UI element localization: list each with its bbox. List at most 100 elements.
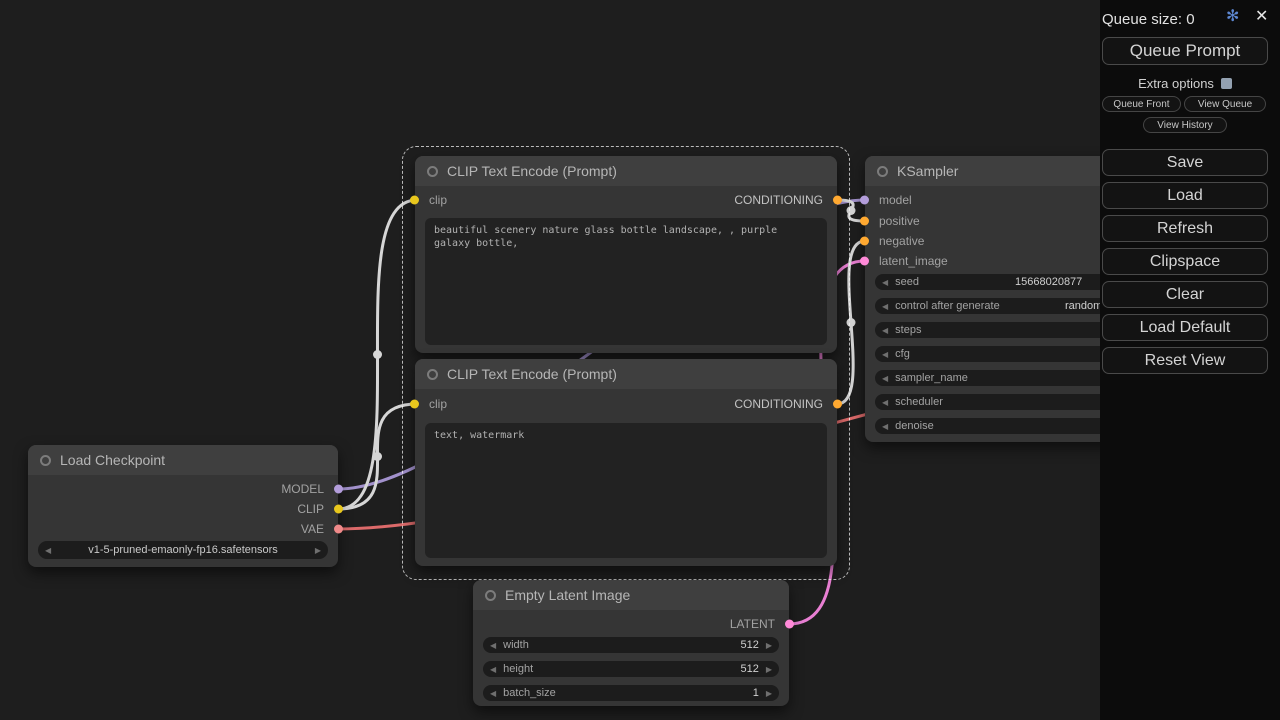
model-input-dot[interactable] <box>860 195 869 205</box>
widget-label: sampler_name <box>895 372 968 384</box>
node-load-checkpoint[interactable]: Load Checkpoint MODEL CLIP VAE ◀ v1-5-pr… <box>28 445 343 567</box>
queue-size-text: Queue size: <box>1102 11 1183 28</box>
load-default-button[interactable]: Load Default <box>1102 314 1268 341</box>
height-widget[interactable]: ◀ height 512 ▶ <box>483 661 779 677</box>
widget-value: 512 <box>740 663 759 675</box>
latent-output-dot[interactable] <box>785 619 794 629</box>
stepper-right-icon[interactable]: ▶ <box>766 665 772 674</box>
slot-row: clip CONDITIONING <box>410 396 842 412</box>
widget-label: width <box>503 639 529 651</box>
stepper-left-icon[interactable]: ◀ <box>882 278 888 287</box>
ckpt-name-widget[interactable]: ◀ v1-5-pruned-emaonly-fp16.safetensors ▶ <box>38 541 328 559</box>
width-widget[interactable]: ◀ width 512 ▶ <box>483 637 779 653</box>
stepper-left-icon[interactable]: ◀ <box>882 422 888 431</box>
conditioning-output-label: CONDITIONING <box>734 397 823 411</box>
widget-value: 15668020877 <box>1015 276 1083 288</box>
stepper-right-icon[interactable]: ▶ <box>766 641 772 650</box>
node-title: CLIP Text Encode (Prompt) <box>447 163 617 179</box>
extra-options-checkbox[interactable] <box>1220 78 1232 89</box>
stepper-left-icon[interactable]: ◀ <box>490 641 496 650</box>
extra-options-label: Extra options <box>1138 76 1214 91</box>
widget-value: 512 <box>740 639 759 651</box>
stepper-right-icon[interactable]: ▶ <box>315 546 321 555</box>
ckpt-name-value: v1-5-pruned-emaonly-fp16.safetensors <box>88 544 278 556</box>
collapse-icon[interactable] <box>427 368 438 380</box>
node-title-bar[interactable]: CLIP Text Encode (Prompt) <box>415 156 837 186</box>
widget-label: batch_size <box>503 687 556 699</box>
output-slot-model: MODEL <box>28 481 343 497</box>
stepper-left-icon[interactable]: ◀ <box>882 350 888 359</box>
queue-prompt-button[interactable]: Queue Prompt <box>1102 37 1268 65</box>
close-icon[interactable]: ✕ <box>1255 9 1268 25</box>
collapse-icon[interactable] <box>485 589 496 601</box>
queue-size-label: Queue size: 0 <box>1102 11 1195 28</box>
slot-label: CLIP <box>297 502 324 516</box>
node-title: Load Checkpoint <box>60 452 166 468</box>
positive-input-dot[interactable] <box>860 216 869 226</box>
load-button[interactable]: Load <box>1102 182 1268 209</box>
wire-cond-negative <box>835 239 867 406</box>
wire-clip-to-negative <box>336 402 419 511</box>
output-slot-latent: LATENT <box>473 616 794 632</box>
positive-prompt-textarea[interactable]: beautiful scenery nature glass bottle la… <box>425 218 827 345</box>
negative-prompt-textarea[interactable]: text, watermark <box>425 423 827 558</box>
batch-size-widget[interactable]: ◀ batch_size 1 ▶ <box>483 685 779 701</box>
output-slot-vae: VAE <box>28 521 343 537</box>
refresh-button[interactable]: Refresh <box>1102 215 1268 242</box>
wire-midpoint-dot <box>846 206 856 215</box>
node-empty-latent-image[interactable]: Empty Latent Image LATENT ◀ width 512 ▶ … <box>473 580 794 706</box>
view-queue-button[interactable]: View Queue <box>1184 96 1266 112</box>
widget-label: seed <box>895 276 920 288</box>
slot-label: MODEL <box>281 482 324 496</box>
queue-front-button[interactable]: Queue Front <box>1102 96 1181 112</box>
stepper-left-icon[interactable]: ◀ <box>490 665 496 674</box>
node-title: CLIP Text Encode (Prompt) <box>447 366 617 382</box>
widget-value: 1 <box>752 687 759 699</box>
wire-midpoint-dot <box>846 318 856 327</box>
widget-label: scheduler <box>895 396 943 408</box>
node-title-bar[interactable]: CLIP Text Encode (Prompt) <box>415 359 837 389</box>
node-title-bar[interactable]: Load Checkpoint <box>28 445 338 475</box>
node-clip-text-encode-negative[interactable]: CLIP Text Encode (Prompt) clip CONDITION… <box>410 359 842 566</box>
reset-view-button[interactable]: Reset View <box>1102 347 1268 374</box>
clip-output-dot[interactable] <box>334 504 343 514</box>
clear-button[interactable]: Clear <box>1102 281 1268 308</box>
widget-label: cfg <box>895 348 910 360</box>
menu-panel: Queue size: 0 ✻ ✕ Queue Prompt Extra opt… <box>1100 0 1280 720</box>
node-title: Empty Latent Image <box>505 587 631 603</box>
stepper-left-icon[interactable]: ◀ <box>882 302 888 311</box>
conditioning-output-label: CONDITIONING <box>734 193 823 207</box>
negative-input-dot[interactable] <box>860 236 869 246</box>
slot-row: clip CONDITIONING <box>410 192 842 208</box>
wire-clip-to-positive <box>336 198 419 511</box>
slot-label: positive <box>879 214 920 228</box>
stepper-left-icon[interactable]: ◀ <box>490 689 496 698</box>
clipspace-button[interactable]: Clipspace <box>1102 248 1268 275</box>
vae-output-dot[interactable] <box>334 524 343 534</box>
stepper-right-icon[interactable]: ▶ <box>766 689 772 698</box>
extra-options-row: Extra options <box>1102 76 1268 91</box>
clip-input-dot[interactable] <box>410 399 419 409</box>
collapse-icon[interactable] <box>877 165 888 177</box>
stepper-left-icon[interactable]: ◀ <box>882 374 888 383</box>
clip-input-dot[interactable] <box>410 195 419 205</box>
model-output-dot[interactable] <box>334 484 343 494</box>
widget-label: steps <box>895 324 922 336</box>
stepper-left-icon[interactable]: ◀ <box>882 398 888 407</box>
node-clip-text-encode-positive[interactable]: CLIP Text Encode (Prompt) clip CONDITION… <box>410 156 842 353</box>
collapse-icon[interactable] <box>427 165 438 177</box>
node-title: KSampler <box>897 163 959 179</box>
latent-input-dot[interactable] <box>860 256 869 266</box>
node-title-bar[interactable]: Empty Latent Image <box>473 580 789 610</box>
widget-label: denoise <box>895 420 934 432</box>
conditioning-output-dot[interactable] <box>833 399 842 409</box>
settings-icon[interactable]: ✻ <box>1226 9 1239 25</box>
clip-input-label: clip <box>429 397 448 411</box>
collapse-icon[interactable] <box>40 454 51 466</box>
view-history-button[interactable]: View History <box>1143 117 1227 133</box>
stepper-left-icon[interactable]: ◀ <box>882 326 888 335</box>
wire-midpoint-dot <box>373 350 382 359</box>
conditioning-output-dot[interactable] <box>833 195 842 205</box>
save-button[interactable]: Save <box>1102 149 1268 176</box>
node-graph-canvas[interactable]: Load Checkpoint MODEL CLIP VAE ◀ v1-5-pr… <box>0 0 1280 720</box>
